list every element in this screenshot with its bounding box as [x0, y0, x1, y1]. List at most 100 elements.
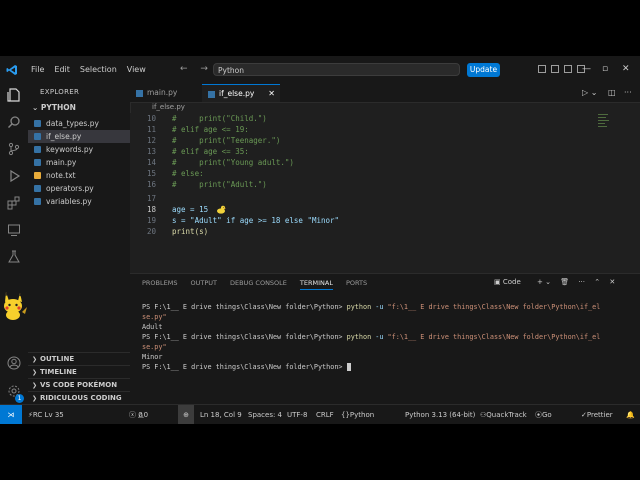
duck-icon	[217, 205, 226, 214]
zoom-icon[interactable]: ⊕	[178, 405, 194, 424]
tab-ports[interactable]: PORTS	[346, 279, 367, 290]
bottom-panel: PROBLEMS OUTPUT DEBUG CONSOLE TERMINAL P…	[130, 273, 640, 405]
trash-icon[interactable]: 🗑	[560, 278, 569, 286]
status-go-live[interactable]: ⦿ Go Live	[535, 405, 552, 424]
remote-explorer-icon[interactable]	[7, 223, 21, 237]
python-file-icon	[34, 146, 41, 153]
status-language[interactable]: {} Python	[341, 405, 374, 424]
section-outline[interactable]: ❯ OUTLINE	[28, 352, 130, 366]
more-actions-icon[interactable]: ···	[624, 84, 632, 102]
minimize-icon[interactable]: —	[582, 64, 591, 74]
letterbox-bottom	[0, 424, 640, 480]
section-timeline[interactable]: ❯ TIMELINE	[28, 365, 130, 379]
pikachu-pet-icon	[4, 292, 27, 320]
python-file-icon	[136, 90, 143, 97]
tab-debug-console[interactable]: DEBUG CONSOLE	[230, 279, 287, 290]
menu-edit[interactable]: Edit	[49, 65, 75, 74]
breadcrumb[interactable]: if_else.py	[130, 102, 185, 113]
status-eol[interactable]: CRLF	[316, 405, 334, 424]
status-problems[interactable]: ⓧ 0 △ 0	[129, 405, 148, 424]
remote-indicator-icon[interactable]: ⋊	[0, 405, 22, 424]
run-debug-icon[interactable]	[7, 169, 21, 183]
terminal-line: PS F:\1__ E drive things\Class\New folde…	[142, 333, 601, 341]
tab-terminal[interactable]: TERMINAL	[299, 279, 333, 290]
python-file-icon	[34, 185, 41, 192]
command-center-search[interactable]: Python	[213, 63, 460, 76]
status-interpreter[interactable]: Python 3.13 (64-bit)	[405, 405, 475, 424]
file-item[interactable]: data_types.py	[28, 117, 130, 130]
maximize-icon[interactable]: ▫	[602, 64, 608, 74]
file-item[interactable]: main.py	[28, 156, 130, 169]
search-icon[interactable]	[7, 115, 21, 129]
settings-badge: 1	[15, 394, 24, 403]
section-ridiculous-coding[interactable]: ❯ RIDICULOUS CODING	[28, 391, 130, 405]
status-cursor-position[interactable]: Ln 18, Col 9	[200, 405, 242, 424]
text-file-icon	[34, 172, 41, 179]
tab-if-else-py[interactable]: if_else.py ✕	[202, 84, 280, 102]
toggle-secondary-sidebar-icon[interactable]	[564, 65, 572, 73]
close-icon[interactable]: ✕	[622, 64, 630, 74]
file-item[interactable]: note.txt	[28, 169, 130, 182]
terminal-output-line: Adult	[142, 323, 163, 331]
menu-selection[interactable]: Selection	[75, 65, 122, 74]
file-item[interactable]: keywords.py	[28, 143, 130, 156]
code-editor[interactable]: 10 # print("Child.") 11 # elif age <= 19: …	[130, 113, 640, 273]
file-item-active[interactable]: if_else.py	[28, 130, 130, 143]
panel-tabs: PROBLEMS OUTPUT DEBUG CONSOLE TERMINAL P…	[142, 279, 380, 290]
editor-tabs: main.py if_else.py ✕ ▷ ⌄ ◫ ···	[130, 84, 640, 103]
forward-arrow-icon[interactable]: →	[200, 64, 208, 74]
status-quacktrack[interactable]: ⚇ QuackTrack	[480, 405, 527, 424]
tab-problems[interactable]: PROBLEMS	[142, 279, 177, 290]
status-encoding[interactable]: UTF-8	[287, 405, 307, 424]
update-button[interactable]: Update	[467, 63, 500, 77]
activity-bar: 1	[0, 84, 29, 404]
tab-main-py[interactable]: main.py	[130, 84, 202, 102]
minimap[interactable]	[598, 114, 612, 134]
file-item[interactable]: variables.py	[28, 195, 130, 208]
terminal-output[interactable]: PS F:\1__ E drive things\Class\New folde…	[142, 302, 634, 372]
python-file-icon	[34, 120, 41, 127]
terminal-line: PS F:\1__ E drive things\Class\New folde…	[142, 303, 601, 311]
python-file-icon	[34, 198, 41, 205]
terminal-shell-selector[interactable]: ▣ Code	[494, 278, 528, 286]
tab-output[interactable]: OUTPUT	[190, 279, 217, 290]
python-file-icon	[34, 159, 41, 166]
toggle-sidebar-icon[interactable]	[538, 65, 546, 73]
maximize-panel-icon[interactable]: ⌃	[594, 278, 600, 286]
layout-controls	[538, 65, 585, 73]
more-actions-icon[interactable]: ···	[578, 278, 585, 286]
status-xp-level[interactable]: ⚡ RC Lv 35 — 2703/3450 XP	[28, 405, 64, 424]
python-file-icon	[34, 133, 41, 140]
new-terminal-icon[interactable]: + ⌄	[537, 278, 551, 286]
extensions-icon[interactable]	[7, 196, 21, 210]
source-control-icon[interactable]	[7, 142, 21, 156]
code-line-current: 18 age = 15	[130, 204, 226, 215]
status-bar: ⋊ ⚡ RC Lv 35 — 2703/3450 XP ⓧ 0 △ 0 ⊕ Ln…	[0, 404, 640, 424]
back-arrow-icon[interactable]: ←	[180, 64, 188, 74]
close-tab-icon[interactable]: ✕	[268, 85, 275, 103]
folder-name: PYTHON	[40, 103, 76, 112]
testing-icon[interactable]	[7, 250, 21, 264]
section-vscode-pokemon[interactable]: ❯ VS CODE POKÉMON	[28, 378, 130, 392]
title-bar: File Edit Selection View ← → Python Upda…	[0, 56, 640, 85]
status-indentation[interactable]: Spaces: 4	[248, 405, 282, 424]
account-icon[interactable]	[7, 356, 21, 370]
explorer-title: EXPLORER	[40, 88, 80, 96]
file-item[interactable]: operators.py	[28, 182, 130, 195]
terminal-line: PS F:\1__ E drive things\Class\New folde…	[142, 362, 634, 372]
status-prettier[interactable]: ✓ Prettier	[581, 405, 613, 424]
terminal-line: se.py"	[142, 313, 167, 321]
explorer-icon[interactable]	[7, 88, 21, 102]
terminal-controls: ▣ Code + ⌄ 🗑 ··· ⌃ ✕	[494, 278, 622, 286]
python-file-icon	[208, 91, 215, 98]
vscode-window: File Edit Selection View ← → Python Upda…	[0, 56, 640, 424]
terminal-cursor	[346, 363, 351, 371]
split-editor-icon[interactable]: ◫	[608, 84, 616, 102]
menu-file[interactable]: File	[26, 65, 49, 74]
notifications-bell-icon[interactable]: 🔔	[626, 405, 635, 424]
close-panel-icon[interactable]: ✕	[609, 278, 615, 286]
folder-header[interactable]: ⌄ PYTHON	[32, 103, 76, 112]
toggle-panel-icon[interactable]	[551, 65, 559, 73]
run-file-icon[interactable]: ▷ ⌄	[582, 84, 597, 102]
menu-view[interactable]: View	[122, 65, 151, 74]
